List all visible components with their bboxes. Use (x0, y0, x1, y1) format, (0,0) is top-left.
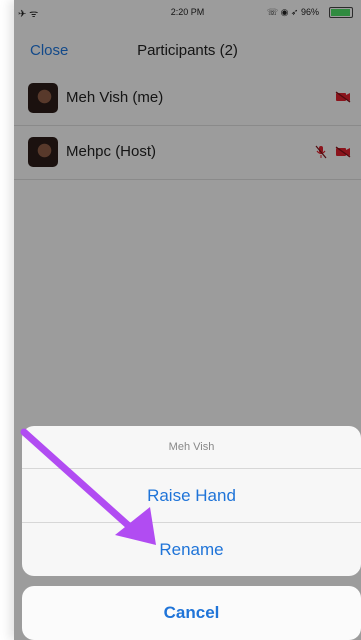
action-sheet: Meh Vish Raise Hand Rename (22, 426, 361, 576)
rename-button[interactable]: Rename (22, 522, 361, 576)
phone-screen: ✈ ᯤ 2:20 PM ☏ ◉ ➶ 96% Close Participants… (14, 0, 361, 640)
raise-hand-button[interactable]: Raise Hand (22, 469, 361, 522)
cancel-button[interactable]: Cancel (22, 586, 361, 640)
action-sheet-title: Meh Vish (22, 426, 361, 469)
